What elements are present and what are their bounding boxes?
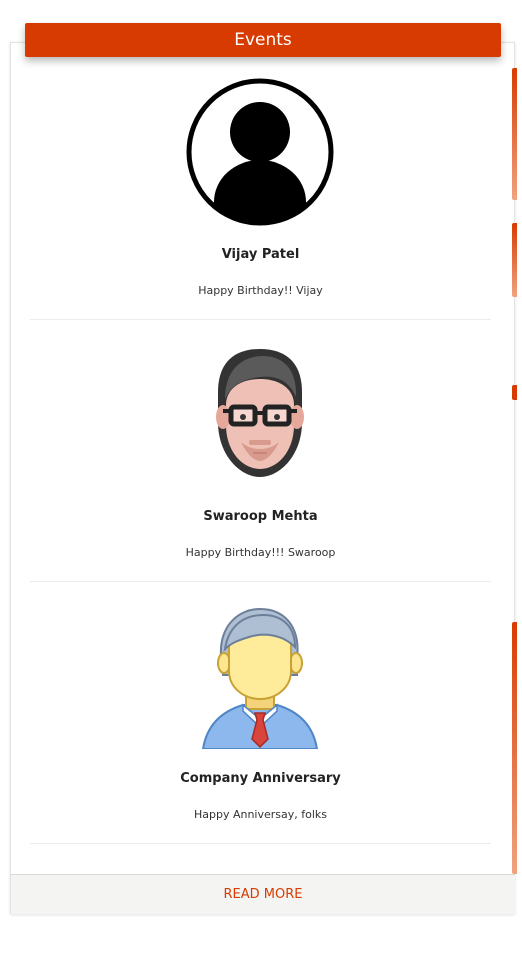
event-item: Vijay Patel Happy Birthday!! Vijay [30,75,491,320]
scroll-accent-bar [512,68,517,200]
man-with-glasses-icon [216,349,304,477]
businessman-icon [201,607,319,749]
read-more-button[interactable]: READ MORE [11,874,515,914]
event-name: Company Anniversary [180,771,341,786]
event-item: Swaroop Mehta Happy Birthday!!! Swaroop [30,337,491,582]
event-divider [30,581,491,582]
events-header: Events [25,23,501,57]
events-title: Events [234,30,292,50]
scroll-accent-bar [512,385,517,400]
event-divider [30,319,491,320]
event-name: Swaroop Mehta [203,509,318,524]
event-name: Vijay Patel [221,247,300,262]
scroll-accent-bar [512,223,517,297]
event-divider [30,843,491,844]
event-message: Happy Birthday!!! Swaroop [185,546,336,559]
person-silhouette-icon [186,78,334,226]
events-widget: Events Vijay Patel Happy Birthday!! Vija… [0,0,522,955]
scroll-accent-bar [512,622,517,874]
event-item: Company Anniversary Happy Anniversay, fo… [30,599,491,844]
event-message: Happy Birthday!! Vijay [198,284,323,297]
event-message: Happy Anniversay, folks [193,808,328,821]
